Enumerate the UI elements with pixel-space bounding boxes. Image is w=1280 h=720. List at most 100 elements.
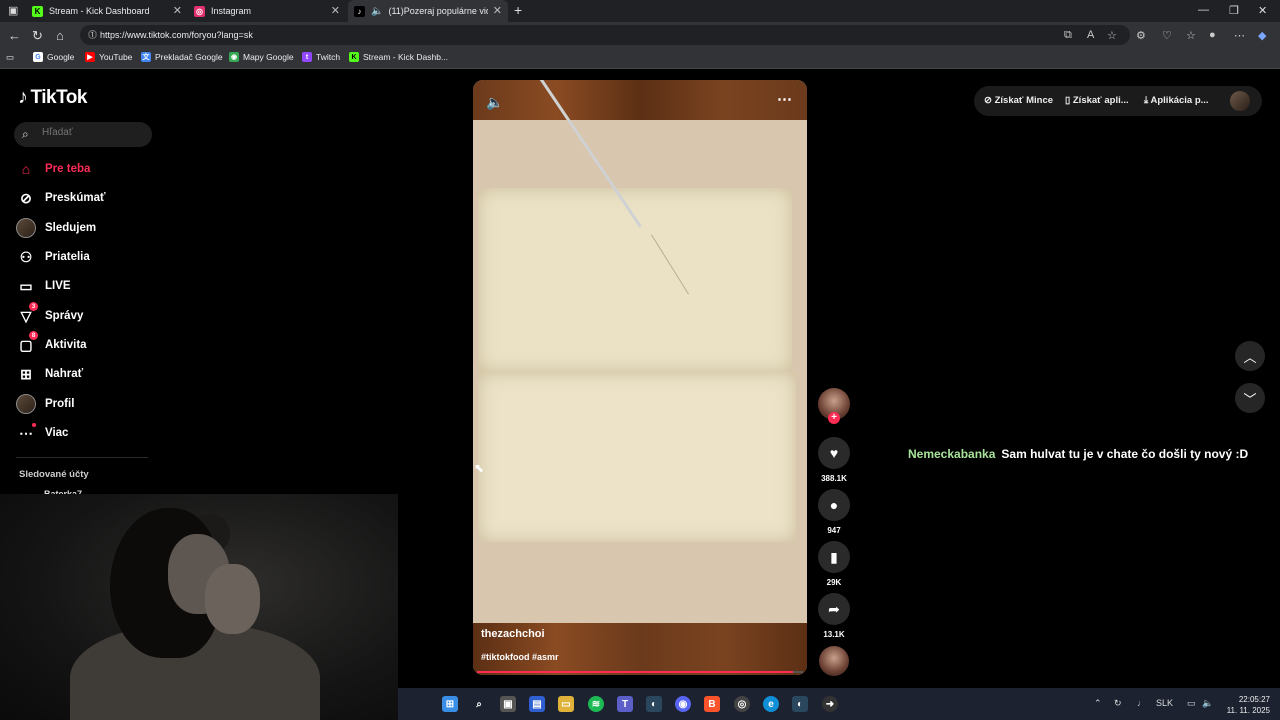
- microphone-icon[interactable]: ♩: [1137, 698, 1146, 708]
- video-progress-bar[interactable]: [477, 671, 803, 673]
- bookmark-kick[interactable]: K Stream - Kick Dashb...: [349, 52, 448, 62]
- task-view-icon[interactable]: ▣: [500, 696, 516, 712]
- activity-icon: ▢ 8: [16, 331, 38, 355]
- sync-icon[interactable]: ↻: [1114, 698, 1122, 709]
- favorite-star-icon[interactable]: ☆: [1107, 29, 1117, 42]
- nav-for-you[interactable]: ⌂ Pre teba: [16, 158, 91, 180]
- address-bar: ← ↻ ⌂ ⓵ https://www.tiktok.com/foryou?la…: [0, 22, 1280, 48]
- sound-avatar[interactable]: [819, 646, 849, 676]
- header-actions: ⊘ Získať Mince ▯ Získať apli... ⤓ Apliká…: [974, 86, 1262, 116]
- edge-icon[interactable]: e: [763, 696, 779, 712]
- network-icon[interactable]: ▭: [1187, 698, 1196, 709]
- steam-app-icon[interactable]: ◐: [792, 696, 808, 712]
- nav-profile[interactable]: Profil: [16, 393, 74, 415]
- bookmark-google[interactable]: G Google: [33, 52, 74, 62]
- nav-upload[interactable]: ⊞ Nahrať: [16, 363, 83, 385]
- volume-tray-icon[interactable]: 🔈: [1202, 698, 1213, 709]
- app-icon[interactable]: ➜: [822, 696, 838, 712]
- language-indicator[interactable]: SLK: [1156, 698, 1173, 708]
- video-player[interactable]: 🔈 ⋯ thezachchoi #tiktokfood #asmr: [473, 80, 807, 675]
- tab-bar: ▣ K Stream - Kick Dashboard ✕ ◎ Instagra…: [0, 0, 1280, 22]
- teams-icon[interactable]: T: [617, 696, 633, 712]
- tiktok-icon: ♪: [354, 5, 365, 17]
- nav-friends[interactable]: ⚇ Priatelia: [16, 246, 90, 268]
- chat-text: Sam hulvat tu je v chate čo došli ty nov…: [1001, 447, 1249, 461]
- search-input[interactable]: [40, 126, 149, 139]
- close-icon[interactable]: ✕: [493, 4, 502, 17]
- tab-kick[interactable]: K Stream - Kick Dashboard ✕: [26, 0, 188, 22]
- user-avatar[interactable]: [1230, 91, 1250, 111]
- nav-live[interactable]: ▭ LIVE: [16, 275, 70, 297]
- nav-activity[interactable]: ▢ 8 Aktivita: [16, 331, 87, 356]
- previous-video-button[interactable]: ︿: [1235, 341, 1265, 371]
- reload-icon[interactable]: ↻: [32, 28, 43, 44]
- profile-avatar-icon[interactable]: ●: [1209, 29, 1216, 41]
- brave-icon[interactable]: B: [704, 696, 720, 712]
- save-button[interactable]: ▮: [818, 541, 850, 573]
- tab-instagram[interactable]: ◎ Instagram ✕: [188, 0, 346, 22]
- get-coins-button[interactable]: ⊘ Získať Mince: [984, 95, 1053, 106]
- read-aloud-icon[interactable]: A: [1087, 29, 1094, 41]
- clock-date: 11. 11. 2025: [1226, 706, 1270, 715]
- tab-actions-icon[interactable]: ▣: [8, 4, 18, 17]
- bookmarks-toggle-icon[interactable]: ▭: [6, 52, 14, 63]
- search-box[interactable]: ⌕: [14, 122, 152, 147]
- copilot-icon[interactable]: ◆: [1258, 29, 1266, 42]
- get-app-button[interactable]: ▯ Získať apli...: [1065, 95, 1129, 106]
- restore-icon[interactable]: ❐: [1229, 4, 1239, 17]
- steam-icon[interactable]: ◐: [646, 696, 662, 712]
- discord-icon[interactable]: ◉: [675, 696, 691, 712]
- new-tab-icon[interactable]: +: [514, 2, 522, 18]
- volume-icon[interactable]: 🔈: [486, 94, 503, 111]
- favorites-icon[interactable]: ☆: [1186, 29, 1196, 42]
- nav-messages[interactable]: ▽ 3 Správy: [16, 302, 83, 327]
- obs-icon[interactable]: ◎: [734, 696, 750, 712]
- app-available-icon[interactable]: ⧉: [1064, 29, 1072, 42]
- menu-dots-icon[interactable]: ⋯: [1234, 29, 1245, 42]
- url-field[interactable]: ⓵ https://www.tiktok.com/foryou?lang=sk: [80, 25, 1130, 45]
- desktop-app-button[interactable]: ⤓ Aplikácia p...: [1144, 95, 1209, 106]
- home-icon: ⌂: [21, 161, 31, 177]
- back-icon[interactable]: ←: [8, 28, 21, 43]
- tiktok-logo[interactable]: ♪ TikTok: [18, 86, 87, 109]
- start-icon[interactable]: ⊞: [442, 696, 458, 712]
- bookmark-maps[interactable]: ◉ Mapy Google: [229, 52, 294, 62]
- browser-essentials-icon[interactable]: ♡: [1162, 29, 1172, 42]
- chat-username: Nemeckabanka: [908, 447, 996, 461]
- tiktok-icon: ♪: [18, 86, 28, 108]
- tray-overflow-icon[interactable]: ⌃: [1094, 698, 1102, 709]
- tab-tiktok[interactable]: ♪ 🔈 (11)Pozeraj populárne videá ✕: [348, 0, 508, 22]
- activity-badge: 8: [29, 331, 38, 340]
- close-icon[interactable]: ✕: [173, 4, 182, 17]
- nav-more[interactable]: ⋯ Viac: [16, 422, 68, 444]
- close-icon[interactable]: ✕: [331, 4, 340, 17]
- extensions-icon[interactable]: ⚙: [1136, 29, 1146, 42]
- bookmark-youtube[interactable]: ▶ YouTube: [85, 52, 132, 62]
- maps-icon: ◉: [229, 52, 239, 62]
- file-explorer-icon[interactable]: ▭: [558, 696, 574, 712]
- search-icon[interactable]: ⌕: [471, 696, 487, 712]
- video-author[interactable]: thezachchoi: [481, 628, 545, 640]
- window-close-icon[interactable]: ✕: [1258, 4, 1267, 17]
- kick-icon: K: [32, 5, 43, 17]
- video-hashtags[interactable]: #tiktokfood #asmr: [481, 652, 559, 662]
- minimize-icon[interactable]: —: [1198, 4, 1209, 16]
- share-count: 13.1K: [823, 630, 845, 639]
- next-video-button[interactable]: ﹀: [1235, 383, 1265, 413]
- nav-following[interactable]: Sledujem: [16, 217, 96, 239]
- store-icon[interactable]: ▤: [529, 696, 545, 712]
- home-icon[interactable]: ⌂: [56, 28, 64, 43]
- comment-button[interactable]: ●: [818, 489, 850, 521]
- site-info-icon[interactable]: ⓵: [88, 25, 97, 45]
- bookmark-translate[interactable]: 文 Prekladač Google: [141, 52, 223, 62]
- profile-icon: [16, 394, 36, 414]
- follow-plus-icon[interactable]: +: [828, 412, 840, 424]
- bookmark-twitch[interactable]: t Twitch: [302, 52, 340, 62]
- like-button[interactable]: ♥: [818, 437, 850, 469]
- nav-explore[interactable]: ⊘ Preskúmať: [16, 187, 105, 209]
- more-options-icon[interactable]: ⋯: [777, 90, 793, 108]
- share-button[interactable]: ➦: [818, 593, 850, 625]
- spotify-icon[interactable]: ≋: [588, 696, 604, 712]
- taskbar-clock[interactable]: 22:05:27 11. 11. 2025: [1222, 694, 1270, 716]
- speaker-icon[interactable]: 🔈: [371, 6, 383, 17]
